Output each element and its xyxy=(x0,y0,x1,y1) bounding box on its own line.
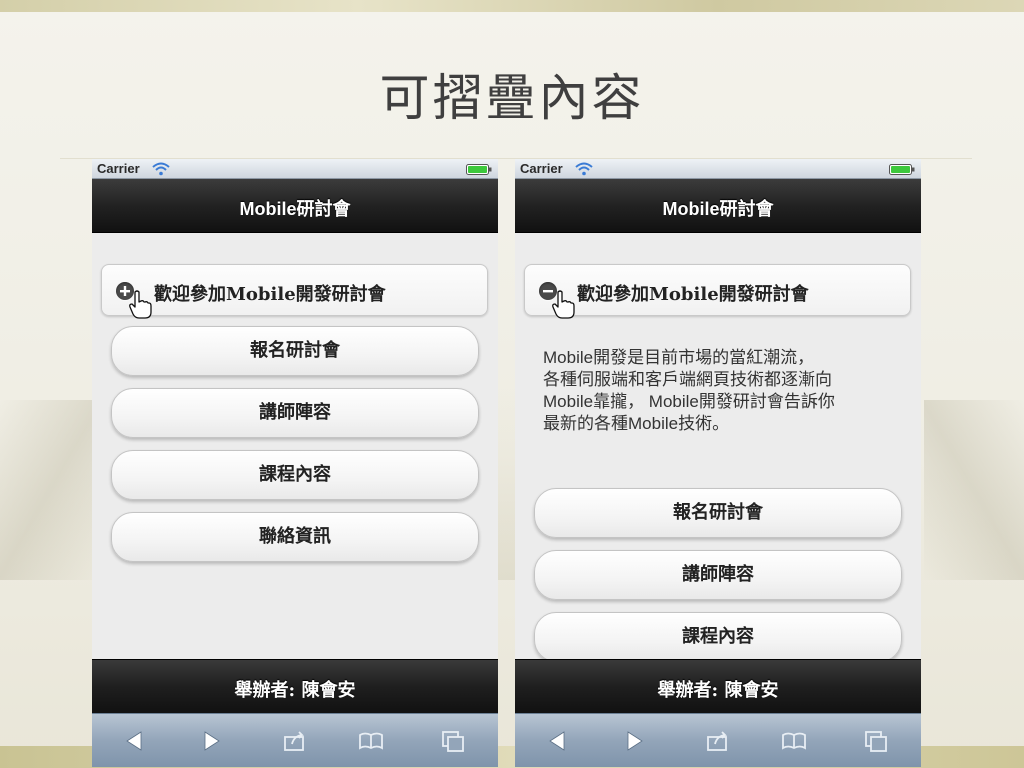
phone-expanded: Carrier Mobile研討會 歡迎參加Mobile開發研討會 Mobile… xyxy=(515,159,921,767)
wifi-icon xyxy=(152,162,170,176)
phone-collapsed: Carrier Mobile研討會 歡迎參加Mobile開發研討會 報名研討會 … xyxy=(92,159,498,767)
status-bar: Carrier xyxy=(515,159,921,179)
status-bar: Carrier xyxy=(92,159,498,179)
forward-arrow-icon[interactable] xyxy=(199,728,225,754)
app-footer: 舉辦者: 陳會安 xyxy=(92,659,498,713)
bookmarks-icon[interactable] xyxy=(781,728,807,754)
tabs-icon[interactable] xyxy=(440,728,466,754)
share-icon[interactable] xyxy=(282,728,308,754)
courses-button[interactable]: 課程內容 xyxy=(111,450,479,500)
fan-right-decor xyxy=(924,400,1024,580)
carrier-label: Carrier xyxy=(97,161,140,176)
bookmarks-icon[interactable] xyxy=(358,728,384,754)
wifi-icon xyxy=(575,162,593,176)
app-footer: 舉辦者: 陳會安 xyxy=(515,659,921,713)
browser-toolbar xyxy=(92,713,498,767)
tabs-icon[interactable] xyxy=(863,728,889,754)
collapsible-title: 歡迎參加Mobile開發研討會 xyxy=(577,284,809,305)
fan-left-decor xyxy=(0,400,100,580)
speakers-button[interactable]: 講師陣容 xyxy=(534,550,902,600)
content-area: 歡迎參加Mobile開發研討會 報名研討會 講師陣容 課程內容 聯絡資訊 xyxy=(92,234,498,659)
slide-title: 可摺疊內容 xyxy=(379,69,645,127)
app-header: Mobile研討會 xyxy=(92,179,498,233)
top-decor-band xyxy=(0,0,1024,12)
share-icon[interactable] xyxy=(705,728,731,754)
collapsible-text-line: Mobile開發是目前市場的當紅潮流， xyxy=(543,348,815,367)
back-arrow-icon[interactable] xyxy=(544,728,570,754)
collapsible-text-line: 最新的各種Mobile技術。 xyxy=(543,414,730,433)
battery-icon xyxy=(889,164,915,175)
courses-button[interactable]: 課程內容 xyxy=(534,612,902,662)
battery-icon xyxy=(466,164,492,175)
browser-toolbar xyxy=(515,713,921,767)
collapsible-header[interactable]: 歡迎參加Mobile開發研討會 xyxy=(101,264,488,319)
hand-cursor-icon xyxy=(552,290,575,319)
app-header: Mobile研討會 xyxy=(515,179,921,233)
contact-button[interactable]: 聯絡資訊 xyxy=(111,512,479,562)
register-button[interactable]: 報名研討會 xyxy=(534,488,902,538)
footer-title: 舉辦者: 陳會安 xyxy=(657,680,779,701)
collapsible-text-line: 各種伺服端和客戶端網頁技術都逐漸向 xyxy=(543,370,832,389)
collapsible-content: Mobile開發是目前市場的當紅潮流， 各種伺服端和客戶端網頁技術都逐漸向 Mo… xyxy=(543,347,903,435)
content-area: 歡迎參加Mobile開發研討會 Mobile開發是目前市場的當紅潮流， 各種伺服… xyxy=(515,234,921,662)
speakers-button[interactable]: 講師陣容 xyxy=(111,388,479,438)
collapsible-text-line: Mobile靠攏， Mobile開發研討會告訴你 xyxy=(543,392,835,411)
header-title: Mobile研討會 xyxy=(239,199,351,219)
hand-cursor-icon xyxy=(129,290,152,319)
collapsible-title: 歡迎參加Mobile開發研討會 xyxy=(154,284,386,305)
collapsible-header[interactable]: 歡迎參加Mobile開發研討會 xyxy=(524,264,911,319)
back-arrow-icon[interactable] xyxy=(121,728,147,754)
register-button[interactable]: 報名研討會 xyxy=(111,326,479,376)
carrier-label: Carrier xyxy=(520,161,563,176)
footer-title: 舉辦者: 陳會安 xyxy=(234,680,356,701)
header-title: Mobile研討會 xyxy=(662,199,774,219)
forward-arrow-icon[interactable] xyxy=(622,728,648,754)
